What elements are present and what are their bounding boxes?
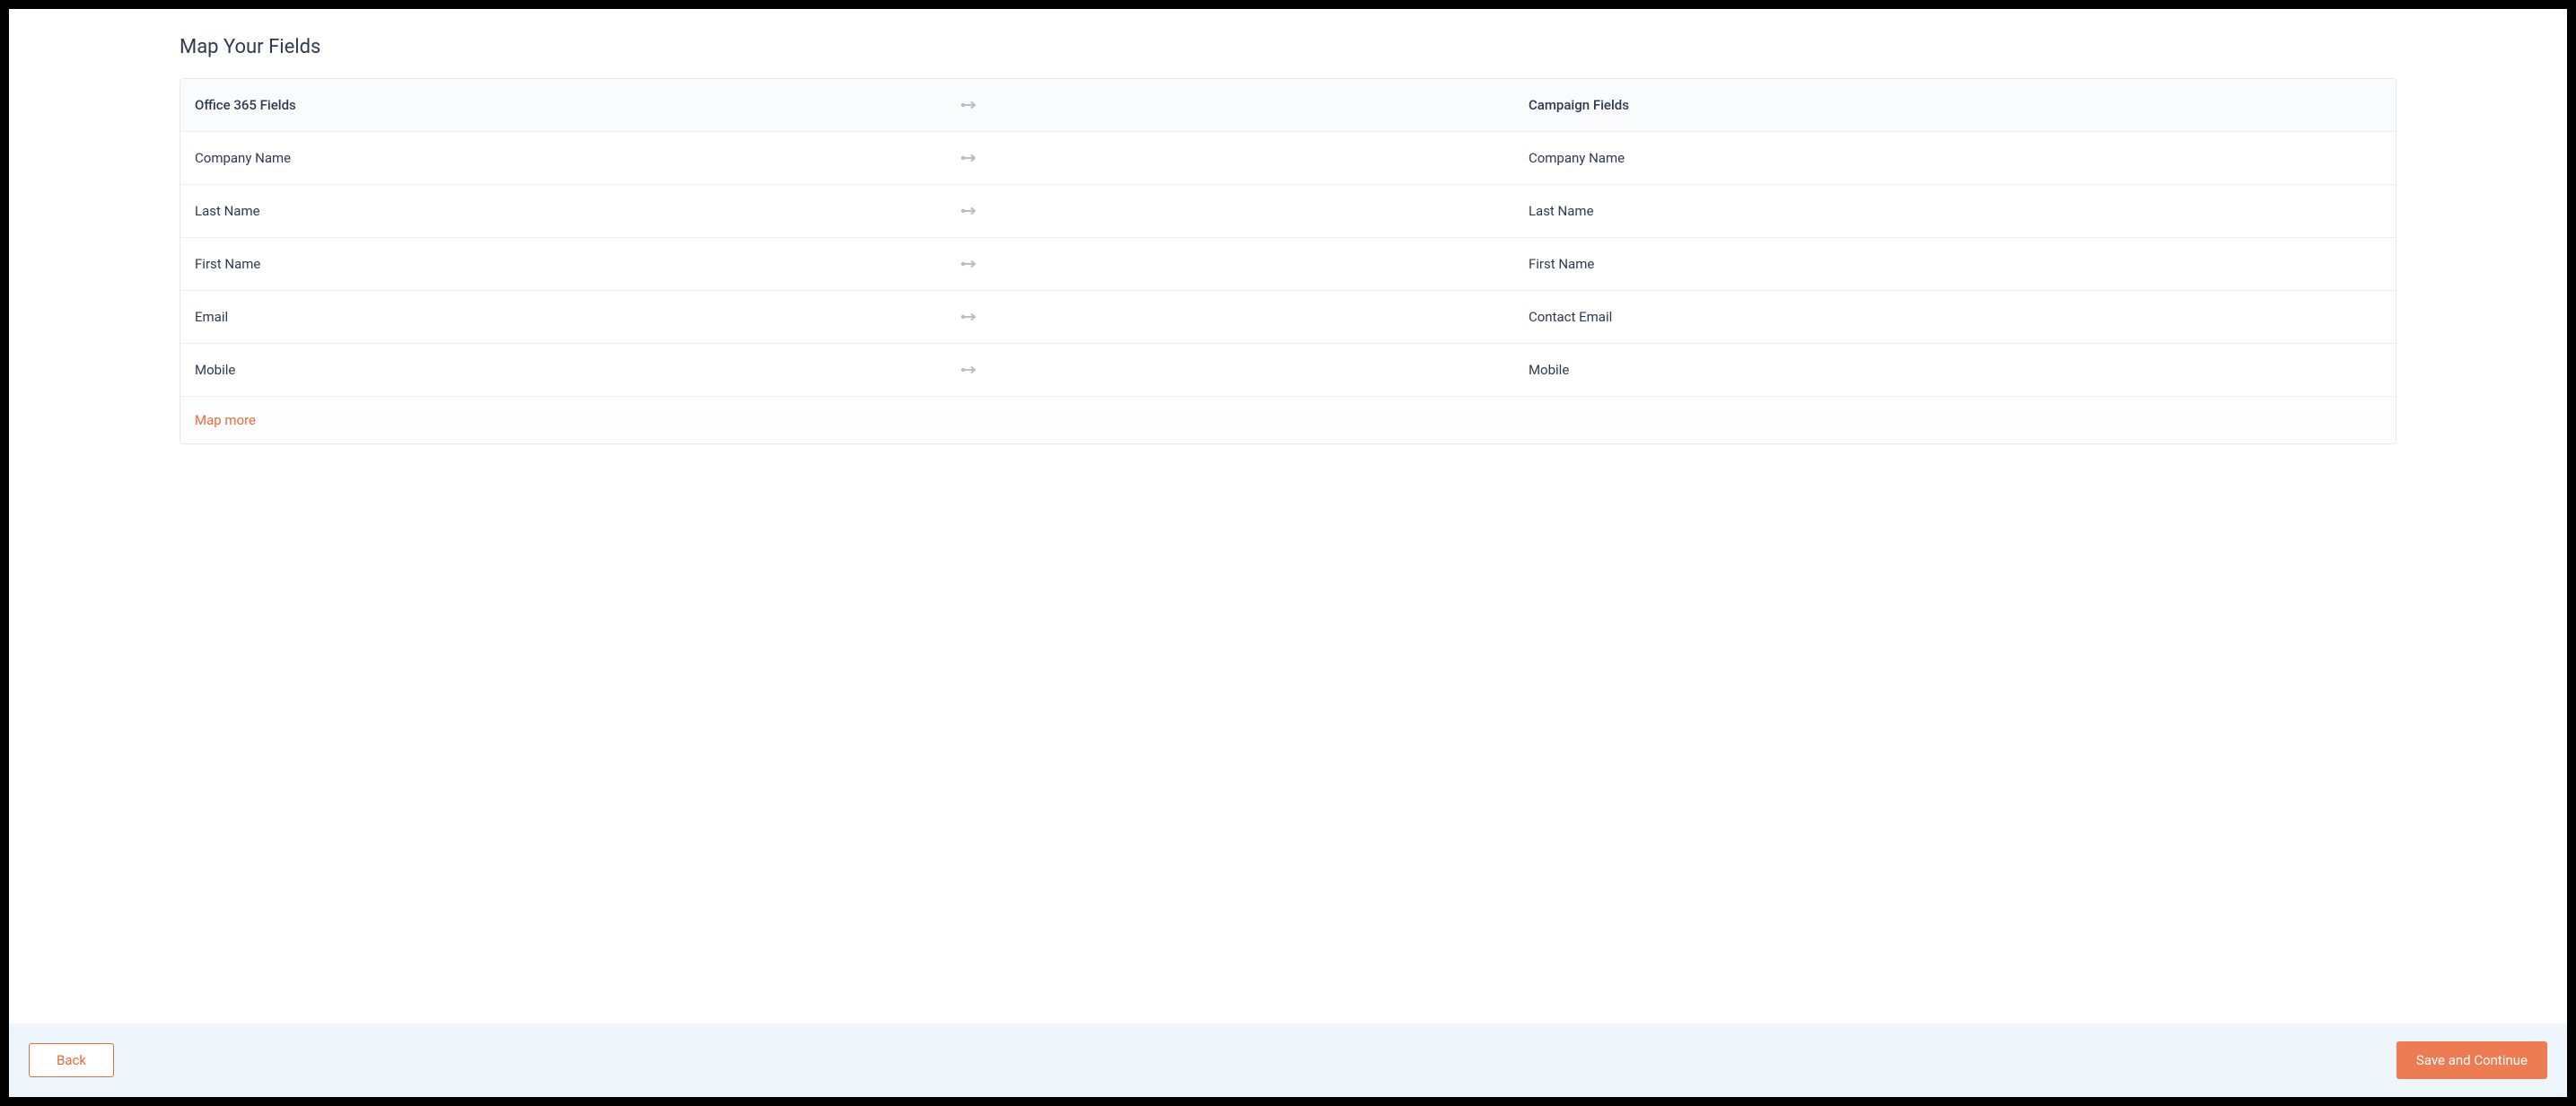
- source-field-label: Mobile: [195, 362, 960, 378]
- header-source-column: Office 365 Fields: [195, 97, 960, 113]
- table-row: Email Contact Email: [180, 291, 2396, 344]
- footer-action-bar: Back Save and Continue: [9, 1023, 2567, 1097]
- target-field-label: Contact Email: [1529, 309, 2381, 325]
- map-arrow-icon: [960, 259, 978, 268]
- header-mapping-arrow: [960, 101, 1529, 110]
- map-arrow-icon: [960, 206, 978, 215]
- table-row: Last Name Last Name: [180, 185, 2396, 238]
- table-row: First Name First Name: [180, 238, 2396, 291]
- back-button[interactable]: Back: [29, 1043, 114, 1077]
- header-target-column: Campaign Fields: [1529, 97, 2381, 113]
- target-field-label: Mobile: [1529, 362, 2381, 378]
- target-field-label: Company Name: [1529, 150, 2381, 166]
- field-mapping-table: Office 365 Fields Campaign Fields Compan…: [180, 78, 2396, 444]
- target-field-label: Last Name: [1529, 203, 2381, 219]
- map-arrow-icon: [960, 312, 978, 321]
- map-more-link[interactable]: Map more: [195, 412, 256, 428]
- source-field-label: First Name: [195, 256, 960, 272]
- save-continue-button[interactable]: Save and Continue: [2396, 1041, 2547, 1079]
- map-arrow-icon: [960, 101, 978, 110]
- map-arrow-icon: [960, 365, 978, 374]
- table-header-row: Office 365 Fields Campaign Fields: [180, 79, 2396, 132]
- target-field-label: First Name: [1529, 256, 2381, 272]
- table-footer-row: Map more: [180, 397, 2396, 443]
- table-row: Mobile Mobile: [180, 344, 2396, 397]
- source-field-label: Email: [195, 309, 960, 325]
- table-row: Company Name Company Name: [180, 132, 2396, 185]
- source-field-label: Last Name: [195, 203, 960, 219]
- page-title: Map Your Fields: [180, 36, 2396, 58]
- source-field-label: Company Name: [195, 150, 960, 166]
- map-arrow-icon: [960, 154, 978, 162]
